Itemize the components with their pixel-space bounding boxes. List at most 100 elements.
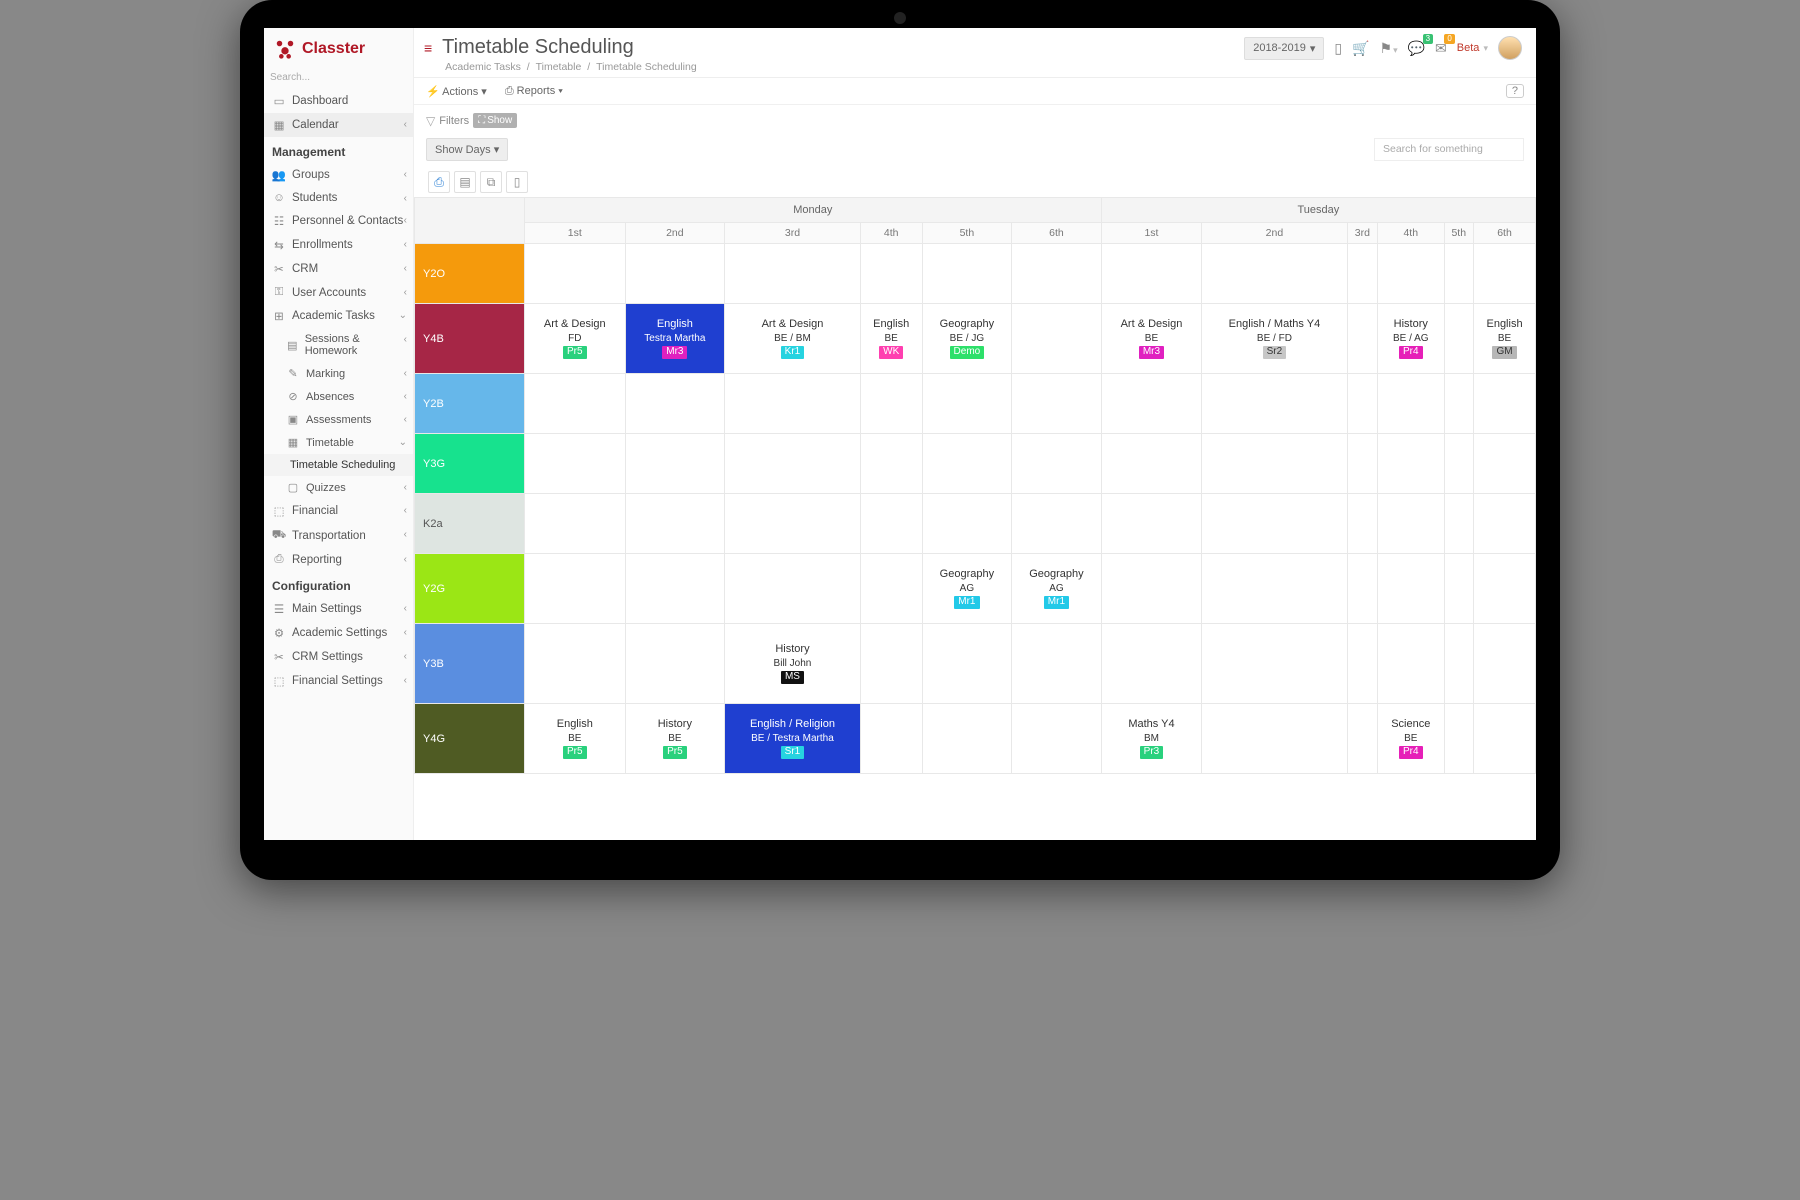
- class-row-label[interactable]: Y2O: [415, 244, 525, 304]
- beta-label[interactable]: Beta ▾: [1457, 42, 1488, 54]
- export-pdf-button[interactable]: ▯: [506, 171, 528, 193]
- empty-slot[interactable]: [1012, 304, 1102, 374]
- empty-slot[interactable]: [860, 374, 922, 434]
- sidebar-item-timetable-scheduling[interactable]: Timetable Scheduling: [264, 454, 413, 476]
- showdays-dropdown[interactable]: Show Days ▾: [426, 138, 508, 161]
- sidebar-item-crm[interactable]: ✂CRM‹: [264, 257, 413, 281]
- empty-slot[interactable]: [625, 554, 725, 624]
- lesson-slot[interactable]: EnglishBEWK: [860, 304, 922, 374]
- filters-label[interactable]: Filters: [439, 115, 469, 127]
- empty-slot[interactable]: [1202, 554, 1347, 624]
- copy-button[interactable]: ⧉: [480, 171, 502, 193]
- empty-slot[interactable]: [860, 624, 922, 704]
- lesson-slot[interactable]: HistoryBE / AGPr4: [1378, 304, 1444, 374]
- avatar[interactable]: [1498, 36, 1522, 60]
- sidebar-item-timetable[interactable]: ▦Timetable⌄: [264, 431, 413, 454]
- empty-slot[interactable]: [1444, 304, 1474, 374]
- actions-dropdown[interactable]: ⚡ Actions ▾: [426, 85, 487, 98]
- empty-slot[interactable]: [1347, 554, 1377, 624]
- empty-slot[interactable]: [625, 494, 725, 554]
- class-row-label[interactable]: Y3G: [415, 434, 525, 494]
- sidebar-item-useraccounts[interactable]: ⚿User Accounts‹: [264, 281, 413, 304]
- empty-slot[interactable]: [1347, 304, 1377, 374]
- empty-slot[interactable]: [860, 244, 922, 304]
- search-input[interactable]: Search for something: [1374, 138, 1524, 161]
- sidebar-item-personnel[interactable]: ☷Personnel & Contacts‹: [264, 209, 413, 233]
- sidebar-item-mainsettings[interactable]: ☰Main Settings‹: [264, 597, 413, 621]
- empty-slot[interactable]: [725, 494, 861, 554]
- mail-icon[interactable]: ✉0: [1435, 40, 1447, 57]
- class-row-label[interactable]: K2a: [415, 494, 525, 554]
- empty-slot[interactable]: [1444, 704, 1474, 774]
- sidebar-item-reporting[interactable]: ⎙Reporting‹: [264, 548, 413, 571]
- sidebar-item-enrollments[interactable]: ⇆Enrollments‹: [264, 233, 413, 257]
- empty-slot[interactable]: [725, 434, 861, 494]
- empty-slot[interactable]: [860, 434, 922, 494]
- breadcrumb-item[interactable]: Timetable: [536, 61, 582, 73]
- lesson-slot[interactable]: ScienceBEPr4: [1378, 704, 1444, 774]
- sidebar-item-academicsettings[interactable]: ⚙Academic Settings‹: [264, 621, 413, 645]
- sidebar-item-crmsettings[interactable]: ✂CRM Settings‹: [264, 645, 413, 669]
- empty-slot[interactable]: [525, 434, 626, 494]
- building-icon[interactable]: ▯: [1334, 40, 1342, 57]
- empty-slot[interactable]: [625, 624, 725, 704]
- lesson-slot[interactable]: GeographyBE / JGDemo: [922, 304, 1012, 374]
- empty-slot[interactable]: [1474, 434, 1536, 494]
- empty-slot[interactable]: [922, 434, 1012, 494]
- empty-slot[interactable]: [1202, 704, 1347, 774]
- lesson-slot[interactable]: Maths Y4BMPr3: [1101, 704, 1202, 774]
- empty-slot[interactable]: [1378, 624, 1444, 704]
- sidebar-item-academictasks[interactable]: ⊞Academic Tasks⌄: [264, 304, 413, 328]
- empty-slot[interactable]: [922, 244, 1012, 304]
- empty-slot[interactable]: [922, 624, 1012, 704]
- empty-slot[interactable]: [1474, 704, 1536, 774]
- empty-slot[interactable]: [1347, 434, 1377, 494]
- lesson-slot[interactable]: GeographyAGMr1: [922, 554, 1012, 624]
- sidebar-search[interactable]: Search...: [264, 68, 413, 89]
- empty-slot[interactable]: [1012, 494, 1102, 554]
- flag-icon[interactable]: ⚑▾: [1380, 40, 1398, 57]
- sidebar-item-assessments[interactable]: ▣Assessments‹: [264, 408, 413, 431]
- empty-slot[interactable]: [1202, 434, 1347, 494]
- empty-slot[interactable]: [1378, 244, 1444, 304]
- help-button[interactable]: ?: [1506, 84, 1524, 98]
- sidebar-item-financial[interactable]: ⬚Financial‹: [264, 499, 413, 523]
- chat-icon[interactable]: 💬3: [1408, 40, 1425, 57]
- brand-logo[interactable]: Classter: [264, 28, 413, 68]
- sidebar-item-transportation[interactable]: ⛟Transportation‹: [264, 523, 413, 548]
- sidebar-item-calendar[interactable]: ▦Calendar‹: [264, 113, 413, 137]
- empty-slot[interactable]: [1101, 624, 1202, 704]
- empty-slot[interactable]: [1012, 374, 1102, 434]
- empty-slot[interactable]: [1444, 434, 1474, 494]
- empty-slot[interactable]: [922, 494, 1012, 554]
- sidebar-item-groups[interactable]: 👥Groups‹: [264, 163, 413, 187]
- empty-slot[interactable]: [1202, 624, 1347, 704]
- empty-slot[interactable]: [725, 244, 861, 304]
- empty-slot[interactable]: [625, 374, 725, 434]
- empty-slot[interactable]: [725, 374, 861, 434]
- empty-slot[interactable]: [1444, 494, 1474, 554]
- lesson-slot[interactable]: EnglishBEPr5: [525, 704, 626, 774]
- sidebar-item-sessions[interactable]: ▤Sessions & Homework‹: [264, 328, 413, 362]
- empty-slot[interactable]: [1474, 554, 1536, 624]
- empty-slot[interactable]: [1202, 244, 1347, 304]
- empty-slot[interactable]: [1347, 494, 1377, 554]
- empty-slot[interactable]: [1202, 374, 1347, 434]
- empty-slot[interactable]: [525, 374, 626, 434]
- empty-slot[interactable]: [1474, 244, 1536, 304]
- sidebar-item-quizzes[interactable]: ▢Quizzes‹: [264, 476, 413, 499]
- empty-slot[interactable]: [1444, 244, 1474, 304]
- empty-slot[interactable]: [525, 624, 626, 704]
- empty-slot[interactable]: [1101, 374, 1202, 434]
- empty-slot[interactable]: [860, 494, 922, 554]
- year-selector[interactable]: 2018-2019▾: [1244, 37, 1324, 60]
- sidebar-item-marking[interactable]: ✎Marking‹: [264, 362, 413, 385]
- empty-slot[interactable]: [1474, 494, 1536, 554]
- lesson-slot[interactable]: EnglishTestra MarthaMr3: [625, 304, 725, 374]
- empty-slot[interactable]: [1378, 494, 1444, 554]
- empty-slot[interactable]: [1012, 624, 1102, 704]
- empty-slot[interactable]: [1347, 704, 1377, 774]
- reports-dropdown[interactable]: ⎙ Reports ▾: [505, 85, 563, 98]
- empty-slot[interactable]: [1101, 494, 1202, 554]
- empty-slot[interactable]: [1101, 434, 1202, 494]
